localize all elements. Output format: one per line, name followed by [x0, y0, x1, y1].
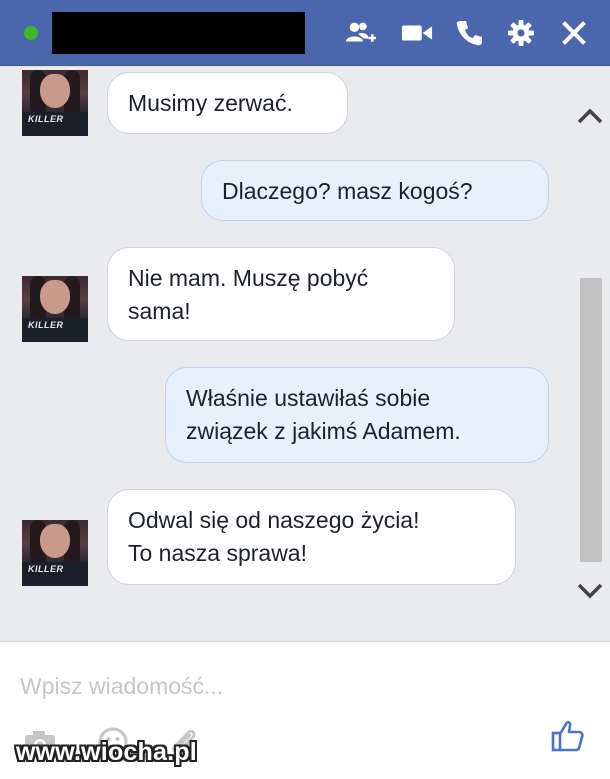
avatar[interactable]: KILLER — [22, 276, 88, 342]
watermark: www.wiocha.pl — [16, 738, 197, 766]
message-text-line: Nie mam. Muszę pobyć — [128, 265, 369, 291]
message-text-line: związek z jakimś Adamem. — [186, 418, 461, 444]
chat-header — [0, 0, 610, 66]
message-text: Musimy zerwać. — [128, 90, 293, 116]
video-call-icon[interactable] — [401, 18, 433, 48]
scroll-down-chevron-icon[interactable] — [576, 579, 604, 603]
message-bubble-incoming: Nie mam. Muszę pobyć sama! — [107, 247, 455, 341]
contact-name-redacted — [52, 12, 305, 54]
message-text-line: Właśnie ustawiłaś sobie — [186, 385, 431, 411]
scrollbar[interactable] — [570, 66, 610, 641]
avatar[interactable]: KILLER — [22, 520, 88, 586]
add-friend-icon[interactable] — [345, 18, 377, 48]
message-bubble-incoming: Musimy zerwać. — [107, 72, 348, 134]
message-bubble-outgoing: Dlaczego? masz kogoś? — [201, 160, 549, 221]
message-text: Dlaczego? masz kogoś? — [222, 178, 473, 204]
message-text-line: sama! — [128, 298, 191, 324]
avatar[interactable]: KILLER — [22, 70, 88, 136]
message-list: KILLER Musimy zerwać. Dlaczego? masz kog… — [0, 66, 610, 641]
avatar-shirt-text: KILLER — [28, 320, 64, 330]
message-bubble-outgoing: Właśnie ustawiłaś sobie związek z jakimś… — [165, 367, 549, 463]
avatar-shirt-text: KILLER — [28, 564, 64, 574]
scroll-up-chevron-icon[interactable] — [576, 104, 604, 128]
gear-icon[interactable] — [505, 18, 537, 48]
thumbs-up-icon[interactable] — [548, 716, 588, 756]
phone-icon[interactable] — [453, 18, 485, 48]
online-status-dot — [24, 26, 38, 40]
message-input[interactable] — [0, 662, 610, 710]
message-text-line: To nasza sprawa! — [128, 540, 307, 566]
message-text-line: Odwal się od naszego życia! — [128, 507, 420, 533]
avatar-shirt-text: KILLER — [28, 114, 64, 124]
scrollbar-thumb[interactable] — [580, 278, 602, 562]
close-icon[interactable] — [558, 18, 590, 48]
message-bubble-incoming: Odwal się od naszego życia! To nasza spr… — [107, 489, 516, 585]
